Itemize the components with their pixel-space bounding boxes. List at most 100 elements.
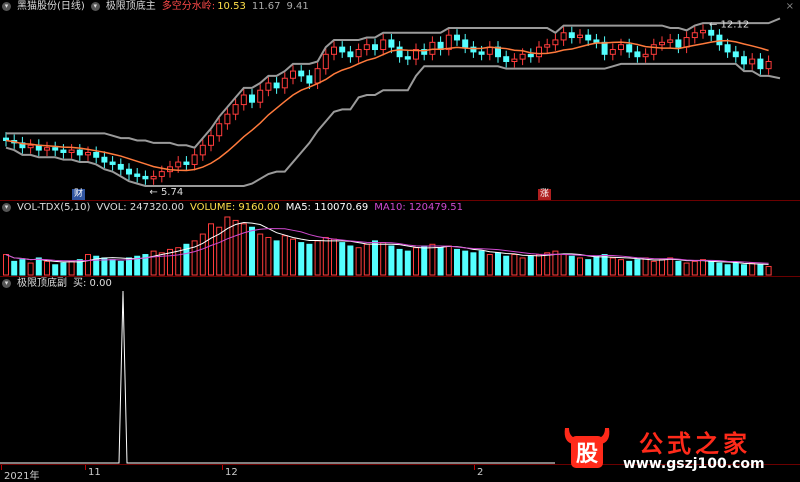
badge-cai: 财: [72, 189, 86, 200]
candle: [208, 135, 214, 146]
candle: [741, 56, 747, 65]
volume-bar: [683, 262, 690, 276]
candle: [708, 29, 715, 36]
candle: [150, 175, 157, 180]
candle: [527, 53, 534, 58]
candle: [331, 46, 337, 55]
candle: [339, 46, 346, 53]
volume-bar: [240, 223, 247, 276]
volume-bar: [44, 260, 50, 276]
volume-bar: [421, 245, 428, 276]
volume-bar: [257, 233, 264, 276]
candle: [232, 104, 239, 115]
candle: [68, 149, 75, 153]
candle: [478, 51, 485, 55]
volume-bar: [741, 264, 747, 276]
upper-band: [6, 17, 781, 149]
volume-bar: [732, 262, 739, 276]
volume-bar: [519, 257, 526, 276]
volume-bar: [495, 252, 501, 276]
candle: [142, 175, 149, 180]
candle: [634, 51, 641, 58]
volume-bar: [765, 265, 772, 276]
volume-bar: [577, 257, 583, 276]
volume-bar: [388, 245, 395, 276]
candle: [347, 51, 354, 58]
candle: [109, 161, 116, 165]
main-price-pane[interactable]: ▾ 黑猫股份(日线) ▾ 极限顶底主 多空分水岭: 10.53 11.67 9.41 × ← …: [0, 0, 800, 200]
candle: [93, 151, 100, 158]
candle: [158, 171, 165, 177]
candle: [700, 29, 706, 34]
candle: [667, 39, 674, 43]
volume-bar: [85, 254, 91, 276]
candle: [552, 39, 559, 46]
candle: [60, 149, 67, 153]
candle: [216, 123, 223, 137]
candle: [486, 46, 493, 55]
volume-bar: [413, 247, 419, 276]
candle: [183, 161, 190, 165]
candle: [27, 144, 34, 149]
volume-bar: [544, 252, 551, 276]
volume-bar: [708, 260, 715, 276]
candle: [716, 34, 723, 46]
volume-bar: [478, 250, 485, 276]
volume-bar: [691, 260, 698, 276]
volume-bar: [618, 259, 624, 276]
volume-bar: [314, 240, 321, 276]
volume-bar: [700, 259, 706, 276]
candle: [175, 161, 182, 168]
candle: [134, 173, 141, 177]
volume-bar: [347, 245, 354, 276]
candle: [273, 82, 280, 89]
volume-bar: [462, 250, 469, 276]
candle: [380, 39, 387, 51]
candle: [609, 49, 616, 55]
volume-bar: [126, 257, 132, 276]
candle: [642, 53, 649, 58]
candle: [101, 156, 108, 163]
candle: [396, 46, 403, 58]
volume-bar: [560, 254, 567, 276]
volume-bar: [249, 226, 255, 276]
volume-bar: [716, 262, 723, 276]
volume-bar: [511, 254, 518, 276]
volume-bar: [568, 255, 575, 276]
volume-pane[interactable]: ▾ VOL-TDX(5,10) VVOL: 247320.00 VOLUME: 916…: [0, 200, 800, 277]
candle: [568, 32, 575, 39]
volume-bar: [667, 257, 674, 276]
candle: [765, 60, 772, 70]
volume-bar: [109, 259, 116, 276]
time-tick: 11: [85, 465, 101, 478]
volume-bar: [339, 242, 346, 276]
candle: [199, 144, 206, 156]
candle: [626, 44, 633, 53]
volume-bar: [273, 240, 280, 276]
candle: [240, 94, 247, 106]
candle: [117, 163, 124, 170]
volume-bar: [749, 262, 756, 276]
candle: [503, 56, 510, 62]
volume-bar: [626, 260, 633, 276]
candle: [388, 39, 395, 48]
volume-bar: [52, 264, 59, 276]
volume-bar: [3, 254, 9, 276]
volume-bar: [380, 242, 387, 276]
volume-bar: [724, 264, 731, 276]
candle: [462, 39, 469, 48]
candle: [76, 149, 83, 156]
candle: [281, 77, 288, 89]
candle: [732, 51, 739, 58]
candle: [249, 94, 255, 103]
volume-bar: [503, 255, 510, 276]
volume-bar: [372, 240, 378, 276]
volume-bar: [363, 243, 370, 276]
candle: [404, 56, 411, 60]
high-label: ← 12.12: [709, 19, 749, 30]
candle: [126, 168, 132, 175]
volume-bar: [757, 264, 764, 276]
candle: [355, 49, 362, 58]
volume-bar: [486, 254, 493, 276]
candle: [363, 44, 370, 51]
